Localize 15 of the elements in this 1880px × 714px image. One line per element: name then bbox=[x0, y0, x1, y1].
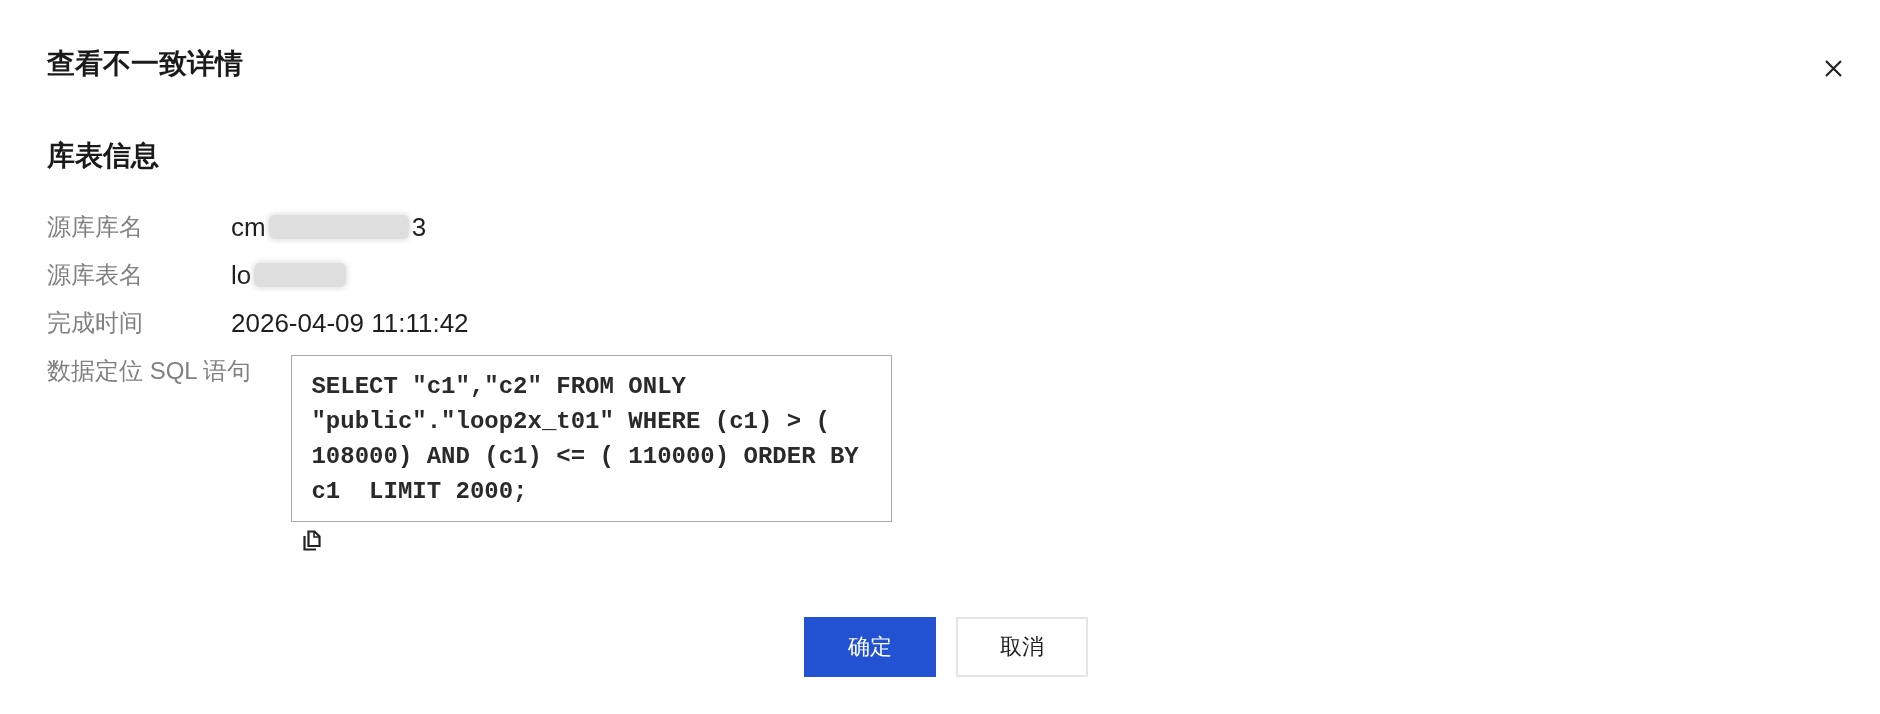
field-label: 完成时间 bbox=[47, 308, 144, 338]
field-value: cm bbox=[231, 211, 266, 243]
field-label: 数据定位 SQL 语句 bbox=[47, 356, 252, 386]
field-label: 源库表名 bbox=[47, 260, 144, 290]
dialog-title: 查看不一致详情 bbox=[47, 48, 243, 80]
close-icon[interactable] bbox=[1825, 60, 1842, 77]
field-value: lo bbox=[231, 259, 252, 291]
confirm-button[interactable]: 确定 bbox=[804, 617, 936, 677]
copy-icon[interactable] bbox=[303, 530, 322, 551]
field-label: 源库库名 bbox=[47, 212, 144, 242]
sql-code-box: SELECT "c1","c2" FROM ONLY "public"."loop2x_t01" WHERE (c1) > ( 108000) AND (c1) <= ( 110000) ORDER BY c1 LIMIT 2000; bbox=[291, 355, 893, 522]
field-value: 3 bbox=[411, 211, 427, 243]
field-value: 2026-04-09 11:11:42 bbox=[231, 307, 469, 339]
section-heading: 库表信息 bbox=[47, 140, 159, 172]
cancel-button[interactable]: 取消 bbox=[956, 617, 1088, 677]
